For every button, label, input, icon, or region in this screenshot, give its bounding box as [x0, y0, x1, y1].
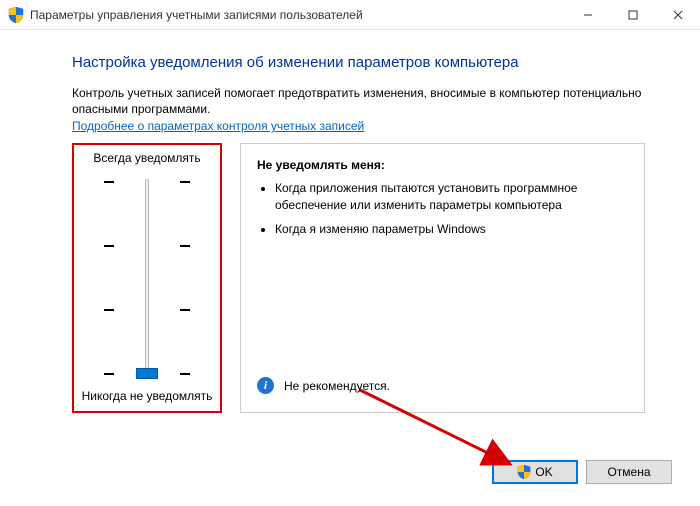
page-heading: Настройка уведомления об изменении парам… [72, 54, 645, 71]
learn-more-link[interactable]: Подробнее о параметрах контроля учетных … [72, 119, 364, 133]
close-button[interactable] [655, 0, 700, 29]
minimize-button[interactable] [565, 0, 610, 29]
slider-label-always: Всегда уведомлять [78, 151, 216, 165]
recommend-text: Не рекомендуется. [284, 379, 390, 393]
info-bullet: Когда я изменяю параметры Windows [275, 221, 628, 237]
page-description: Контроль учетных записей помогает предот… [72, 85, 645, 117]
slider-thumb[interactable] [136, 368, 158, 379]
info-icon: i [257, 377, 274, 394]
window-controls [565, 0, 700, 29]
uac-shield-icon [517, 465, 531, 479]
info-list: Когда приложения пытаются установить про… [275, 180, 628, 237]
ok-button[interactable]: OK [492, 460, 578, 484]
uac-slider[interactable] [78, 173, 216, 383]
dialog-buttons: OK Отмена [492, 460, 672, 484]
cancel-button-label: Отмена [607, 465, 650, 479]
window-title: Параметры управления учетными записями п… [30, 8, 565, 22]
maximize-button[interactable] [610, 0, 655, 29]
slider-label-never: Никогда не уведомлять [78, 389, 216, 403]
uac-shield-icon [8, 7, 24, 23]
slider-panel: Всегда уведомлять Никогда не уведомлять [72, 143, 222, 413]
cancel-button[interactable]: Отмена [586, 460, 672, 484]
ok-button-label: OK [535, 465, 552, 479]
info-bullet: Когда приложения пытаются установить про… [275, 180, 628, 212]
info-panel: Не уведомлять меня: Когда приложения пыт… [240, 143, 645, 413]
titlebar: Параметры управления учетными записями п… [0, 0, 700, 30]
info-title: Не уведомлять меня: [257, 158, 628, 172]
